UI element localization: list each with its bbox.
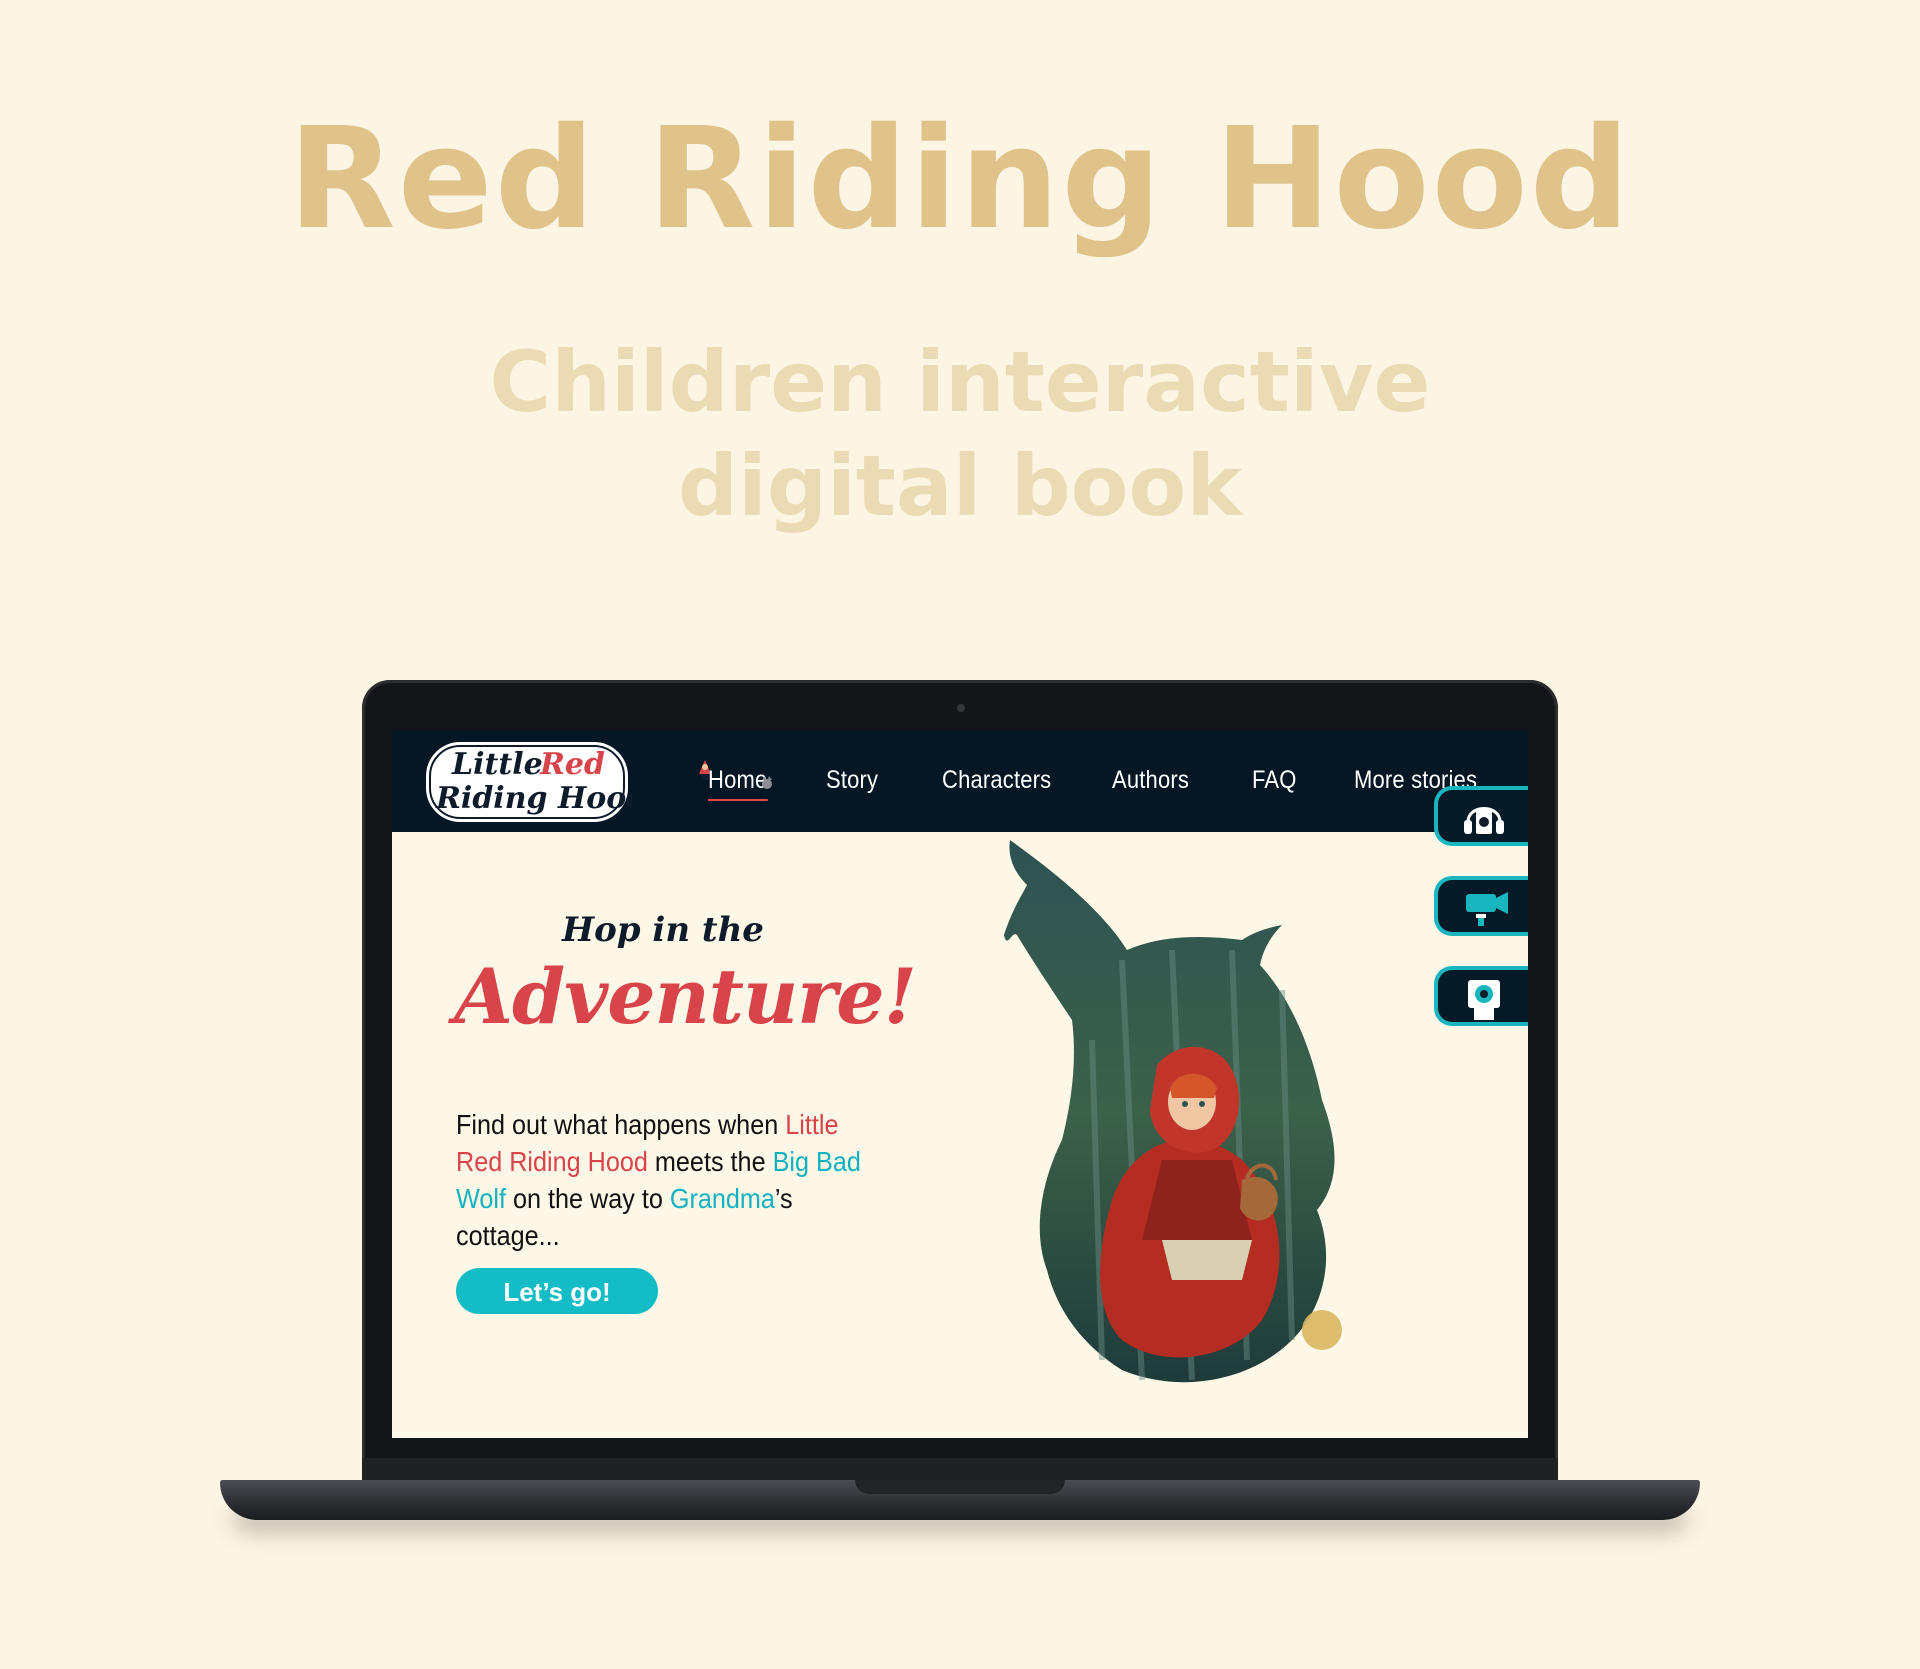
wolf-head-icon (762, 776, 772, 789)
logo-text-riding-hood: Riding Hood (435, 781, 632, 816)
nav-authors[interactable]: Authors (1112, 766, 1189, 795)
hero-subtitle-line1: Children interactive (489, 333, 1431, 431)
nav-characters[interactable]: Characters (942, 766, 1051, 795)
audio-player-icon (1464, 807, 1504, 834)
logo-text-red: Red (539, 747, 605, 782)
audio-player-button[interactable] (1434, 786, 1528, 846)
video-camera-icon (1466, 892, 1508, 926)
nav-faq[interactable]: FAQ (1252, 766, 1297, 795)
nav-story[interactable]: Story (826, 766, 878, 795)
photo-camera-button[interactable] (1434, 966, 1528, 1026)
laptop-base-top (362, 1458, 1558, 1480)
intro-text-3: on the way to (505, 1183, 670, 1214)
photo-camera-icon (1468, 980, 1500, 1020)
nav-home[interactable]: Home (708, 766, 768, 801)
intro-paragraph: Find out what happens when Little Red Ri… (456, 1106, 879, 1254)
laptop-screen: Little Red Riding Hood Home Story Charac… (392, 730, 1528, 1438)
intro-grandma: Grandma (669, 1183, 775, 1214)
site-navbar: Little Red Riding Hood Home Story Charac… (392, 730, 1528, 832)
logo-text-little: Little (451, 747, 543, 782)
site-logo[interactable]: Little Red Riding Hood (422, 736, 632, 826)
lets-go-button[interactable]: Let’s go! (456, 1268, 658, 1314)
intro-text-1: Find out what happens when (456, 1109, 786, 1140)
hero-subtitle: Children interactive digital book (0, 330, 1920, 538)
video-camera-button[interactable] (1434, 876, 1528, 936)
adventure-heading: Adventure! (454, 952, 917, 1041)
hero-subtitle-line2: digital book (677, 437, 1243, 535)
laptop-notch (855, 1480, 1065, 1494)
intro-text-2: meets the (647, 1146, 773, 1177)
hop-heading: Hop in the (562, 910, 764, 950)
wolf-red-hood-illustration (1004, 840, 1342, 1383)
laptop-camera (957, 704, 965, 712)
hero-title: Red Riding Hood (287, 98, 1633, 261)
